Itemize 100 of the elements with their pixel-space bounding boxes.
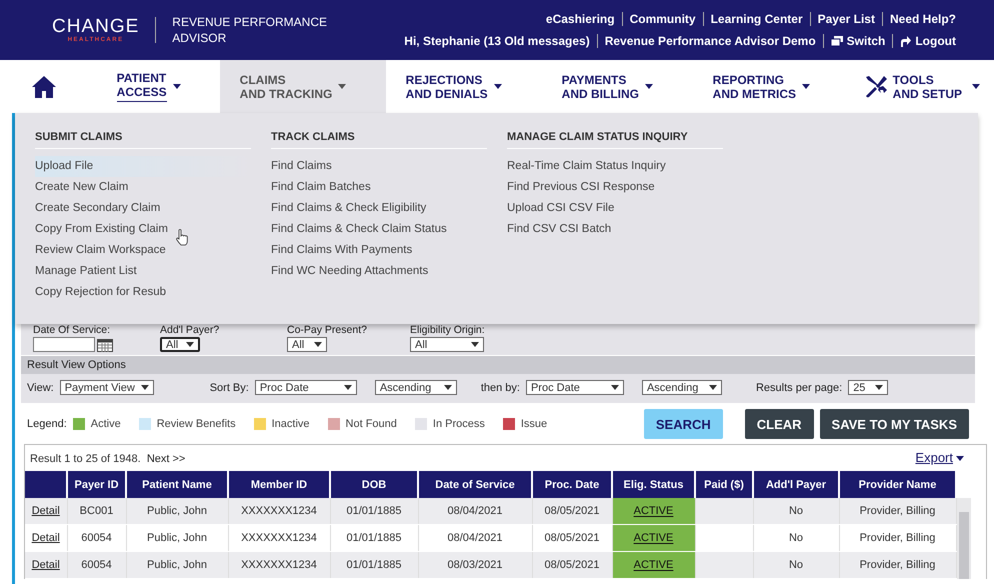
header-link[interactable]: Hi, Stephanie (13 Old messages) xyxy=(397,34,597,48)
caret-icon xyxy=(140,385,149,390)
status-link[interactable]: ACTIVE xyxy=(612,498,694,524)
table-cell: 01/01/1885 xyxy=(330,498,418,524)
menu-link[interactable]: Real-Time Claim Status Inquiry xyxy=(507,156,723,177)
legend-label: Inactive xyxy=(272,418,310,430)
menu-link[interactable]: Find Claims xyxy=(271,156,487,177)
menu-link[interactable]: Find Claim Batches xyxy=(271,177,487,198)
table-cell: No xyxy=(753,498,839,524)
table-cell: 60054 xyxy=(67,552,126,578)
result-summary: Result 1 to 25 of 1948. xyxy=(30,453,142,465)
column-header[interactable]: Paid ($) xyxy=(695,471,753,498)
date-field[interactable] xyxy=(33,337,95,352)
action-button[interactable]: SAVE TO MY TASKS xyxy=(820,409,969,439)
select-field[interactable]: Ascending xyxy=(642,380,722,395)
select-field[interactable]: All xyxy=(160,337,200,352)
menu-link[interactable]: Review Claim Workspace xyxy=(35,240,251,261)
select-field[interactable]: All xyxy=(287,337,327,352)
caret-icon xyxy=(956,456,964,462)
home-icon[interactable] xyxy=(32,76,56,98)
table-cell: 08/03/2021 xyxy=(418,552,532,578)
table-cell: 08/05/2021 xyxy=(532,552,612,578)
caret-icon xyxy=(344,385,352,390)
menu-link[interactable]: Find Claims & Check Eligibility xyxy=(271,198,487,219)
select-field[interactable]: All xyxy=(410,337,484,352)
table-cell: Provider, Billing xyxy=(839,552,956,578)
status-link[interactable]: ACTIVE xyxy=(612,525,694,551)
legend-label: Not Found xyxy=(346,418,397,430)
table-cell: Public, John xyxy=(126,498,228,524)
menu-link[interactable]: Upload CSI CSV File xyxy=(507,198,723,219)
caret-icon xyxy=(708,385,717,390)
header-link[interactable]: Learning Center xyxy=(702,12,810,26)
select-field[interactable]: Proc Date xyxy=(526,380,624,395)
legend-title: Legend: xyxy=(27,418,67,430)
menu-link[interactable]: Find CSV CSI Batch xyxy=(507,219,723,240)
caret-icon xyxy=(644,84,653,89)
product-name: REVENUE PERFORMANCE ADVISOR xyxy=(172,14,328,46)
action-button[interactable]: CLEAR xyxy=(744,409,814,439)
column-header[interactable]: Date of Service xyxy=(418,471,532,498)
header-link[interactable]: eCashiering xyxy=(538,12,622,26)
field-label: Eligibility Origin: xyxy=(410,325,486,336)
switch-link[interactable]: Switch xyxy=(822,34,892,48)
menu-link[interactable]: Copy Rejection for Resub xyxy=(35,282,251,303)
menu-link[interactable]: Find Claims With Payments xyxy=(271,240,487,261)
logo-text: CHANGE xyxy=(52,17,140,37)
select-field[interactable]: Ascending xyxy=(374,380,457,395)
menu-link[interactable]: Create Secondary Claim xyxy=(35,198,251,219)
column-header[interactable]: DOB xyxy=(330,471,418,498)
hand-cursor-icon xyxy=(176,229,189,246)
caret-icon xyxy=(610,385,619,390)
legend-label: Issue xyxy=(520,418,548,430)
menu-link[interactable]: Copy From Existing Claim xyxy=(35,219,251,240)
caret-icon xyxy=(314,342,322,347)
header-link[interactable]: Revenue Performance Advisor Demo xyxy=(596,34,823,48)
header-link[interactable]: Need Help? xyxy=(882,12,956,26)
caret-icon xyxy=(186,342,194,347)
menu-link[interactable]: Find Previous CSI Response xyxy=(507,177,723,198)
legend-label: Active xyxy=(90,418,121,430)
select-field[interactable]: Proc Date xyxy=(254,380,357,395)
nav-tab[interactable]: CLAIMS AND TRACKING xyxy=(220,60,386,113)
field-label: Add'l Payer? xyxy=(160,325,220,336)
select-field[interactable]: 25 xyxy=(848,380,888,395)
table-cell: XXXXXXX1234 xyxy=(228,498,330,524)
header-link[interactable]: Payer List xyxy=(810,12,882,26)
caret-icon xyxy=(172,84,181,89)
caret-icon xyxy=(494,84,502,89)
select-field[interactable]: Payment View xyxy=(60,380,154,395)
caret-icon xyxy=(802,84,810,89)
column-header[interactable]: Patient Name xyxy=(126,471,228,498)
column-header[interactable]: Proc. Date xyxy=(532,471,612,498)
action-button[interactable]: SEARCH xyxy=(644,409,723,439)
status-link[interactable]: ACTIVE xyxy=(612,552,694,578)
scrollbar[interactable] xyxy=(957,498,971,579)
table-cell: Public, John xyxy=(126,552,228,578)
export-link[interactable]: Export xyxy=(915,450,972,465)
next-link[interactable]: Next >> xyxy=(146,453,186,465)
column-header[interactable]: Elig. Status xyxy=(612,471,695,498)
column-header[interactable]: Member ID xyxy=(228,471,330,498)
detail-link[interactable]: Detail xyxy=(32,532,60,544)
column-header[interactable]: Provider Name xyxy=(839,471,956,498)
nav-tab[interactable]: TOOLS AND SETUP xyxy=(842,60,980,113)
nav-tab[interactable]: REPORTING AND METRICS xyxy=(692,60,843,113)
table-cell: Provider, Billing xyxy=(839,498,956,524)
column-header[interactable]: Payer ID xyxy=(67,471,126,498)
menu-link[interactable]: Manage Patient List xyxy=(35,261,251,282)
arrow-icon xyxy=(900,36,912,46)
header-link[interactable]: Community xyxy=(622,12,703,26)
nav-tab[interactable]: PATIENT ACCESS xyxy=(96,60,220,113)
nav-tab[interactable]: PAYMENTS AND BILLING xyxy=(542,60,693,113)
logout-link[interactable]: Logout xyxy=(892,34,956,48)
nav-tab[interactable]: REJECTIONS AND DENIALS xyxy=(386,60,542,113)
column-header[interactable]: Add'l Payer xyxy=(753,471,839,498)
caret-icon xyxy=(444,385,452,390)
table-cell: BC001 xyxy=(67,498,126,524)
menu-link[interactable]: Create New Claim xyxy=(35,177,251,198)
calendar-icon[interactable] xyxy=(97,337,113,352)
menu-heading: SUBMIT CLAIMS xyxy=(35,131,251,149)
menu-link[interactable]: Find Claims & Check Claim Status xyxy=(271,219,487,240)
legend-label: In Process xyxy=(432,418,485,430)
menu-link[interactable]: Find WC Needing Attachments xyxy=(271,261,487,282)
